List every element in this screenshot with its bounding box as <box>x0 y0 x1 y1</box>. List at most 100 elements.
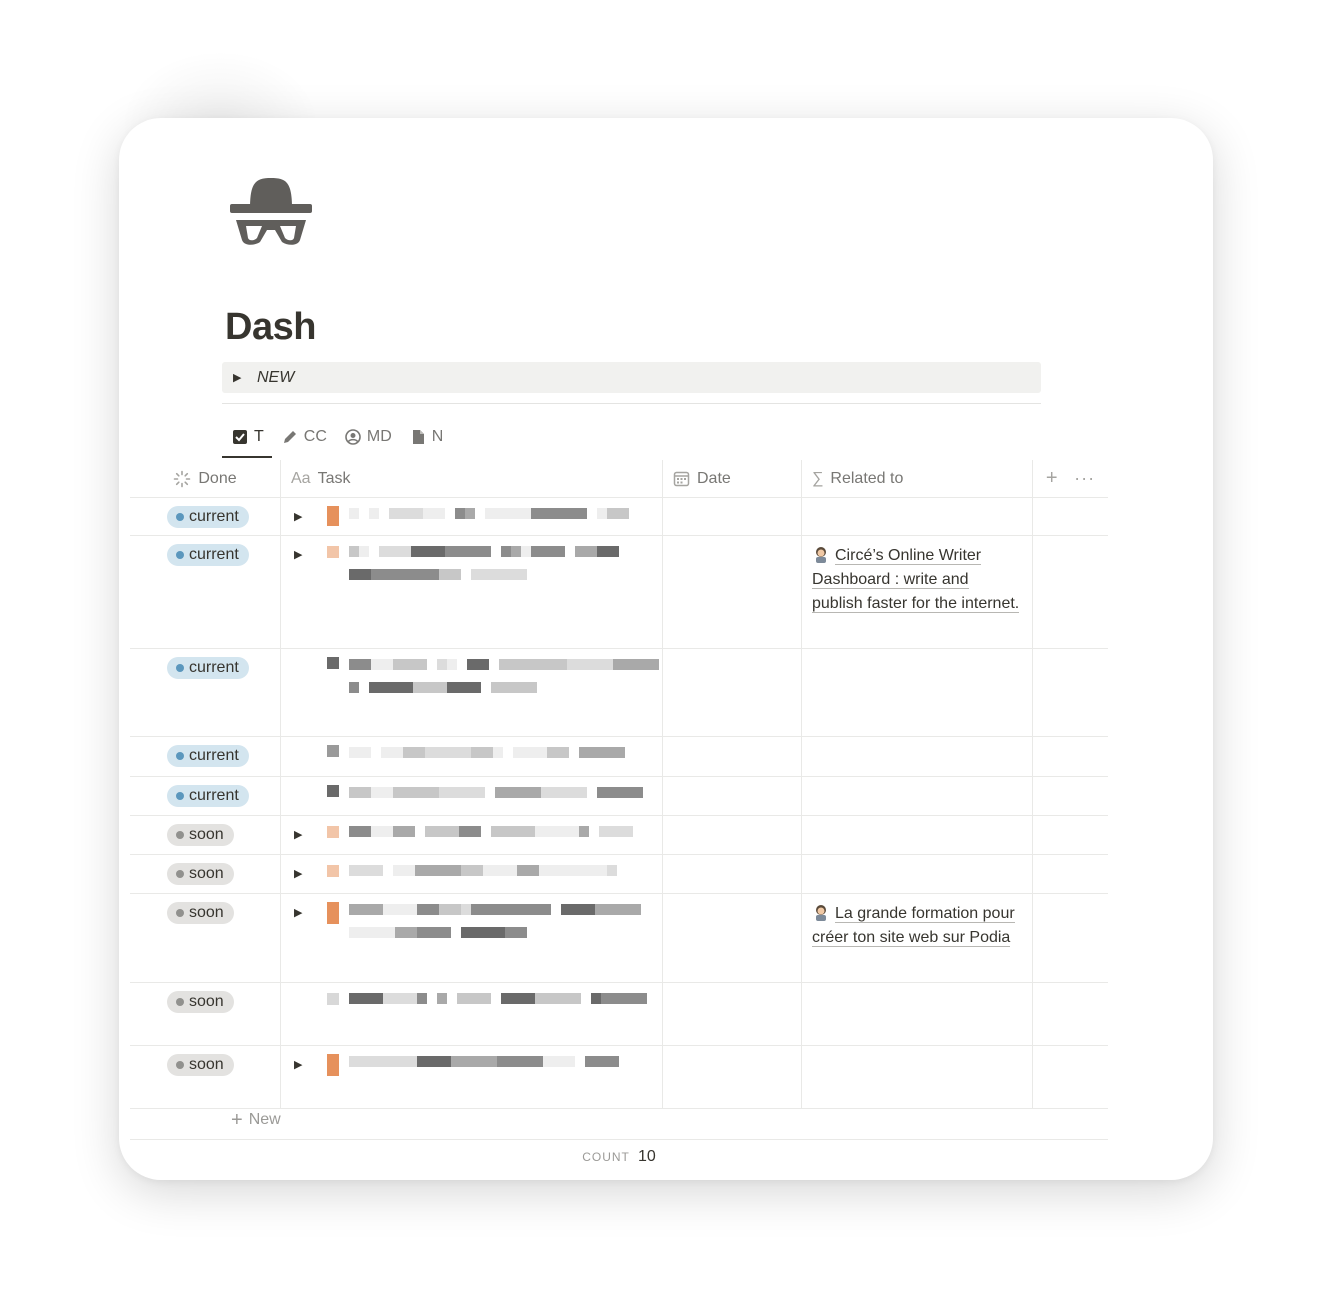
related-cell[interactable] <box>802 737 1033 776</box>
page-emoji-icon <box>816 905 826 921</box>
count-value: 10 <box>638 1148 656 1165</box>
empty-cell <box>1033 777 1108 815</box>
table-row[interactable]: current ▶ Circé’s Online Writer Dashboard … <box>130 536 1108 649</box>
redacted-task-title <box>327 902 646 950</box>
status-badge[interactable]: current <box>167 657 249 679</box>
table-row[interactable]: soon ▶ <box>130 816 1108 855</box>
date-cell[interactable] <box>663 983 802 1045</box>
task-cell[interactable]: ▶ <box>281 894 663 982</box>
done-cell[interactable]: soon <box>130 816 281 854</box>
status-badge[interactable]: current <box>167 506 249 528</box>
view-tabs: T CC MD N <box>222 418 451 460</box>
task-cell[interactable]: ▶ <box>281 855 663 893</box>
column-related-to[interactable]: ∑ Related to <box>802 460 1033 497</box>
empty-cell <box>1033 894 1108 982</box>
expand-triangle-icon[interactable]: ▶ <box>294 867 302 880</box>
done-cell[interactable]: soon <box>130 983 281 1045</box>
empty-cell <box>1033 737 1108 776</box>
table-row[interactable]: soon ▶ <box>130 1046 1108 1109</box>
tab-label: T <box>254 428 264 445</box>
expand-triangle-icon[interactable]: ▶ <box>294 548 302 561</box>
column-done[interactable]: Done <box>130 460 281 497</box>
done-cell[interactable]: current <box>130 777 281 815</box>
task-cell[interactable]: ▶ <box>281 1046 663 1108</box>
plus-icon[interactable]: + <box>1046 467 1058 490</box>
task-cell[interactable] <box>281 777 663 815</box>
expand-triangle-icon[interactable]: ▶ <box>294 1058 302 1071</box>
status-badge[interactable]: soon <box>167 902 234 924</box>
status-badge[interactable]: soon <box>167 863 234 885</box>
done-cell[interactable]: current <box>130 649 281 736</box>
status-badge[interactable]: soon <box>167 1054 234 1076</box>
related-cell[interactable] <box>802 649 1033 736</box>
table-row[interactable]: current ▶ <box>130 498 1108 536</box>
table-row[interactable]: soon <box>130 983 1108 1046</box>
done-cell[interactable]: soon <box>130 894 281 982</box>
date-cell[interactable] <box>663 777 802 815</box>
new-toggle[interactable]: ▶ NEW <box>222 362 1041 393</box>
add-new-row[interactable]: + New <box>130 1101 1108 1140</box>
task-cell[interactable]: ▶ <box>281 536 663 648</box>
related-cell[interactable]: Circé’s Online Writer Dashboard : write … <box>802 536 1033 648</box>
done-cell[interactable]: current <box>130 536 281 648</box>
related-cell[interactable] <box>802 777 1033 815</box>
table-row[interactable]: soon ▶ La grande formation pour créer ton … <box>130 894 1108 983</box>
date-cell[interactable] <box>663 649 802 736</box>
status-badge[interactable]: soon <box>167 991 234 1013</box>
toggle-triangle-icon[interactable]: ▶ <box>233 371 245 384</box>
done-cell[interactable]: current <box>130 498 281 535</box>
related-cell[interactable]: La grande formation pour créer ton site … <box>802 894 1033 982</box>
done-cell[interactable]: soon <box>130 1046 281 1108</box>
table-row[interactable]: current <box>130 649 1108 737</box>
task-cell[interactable]: ▶ <box>281 498 663 535</box>
ellipsis-icon[interactable]: ··· <box>1074 468 1095 489</box>
status-badge[interactable]: current <box>167 745 249 767</box>
task-cell[interactable] <box>281 737 663 776</box>
status-badge[interactable]: current <box>167 544 249 566</box>
related-cell[interactable] <box>802 855 1033 893</box>
status-badge[interactable]: current <box>167 785 249 807</box>
done-cell[interactable]: soon <box>130 855 281 893</box>
column-label: Done <box>198 469 237 487</box>
empty-cell <box>1033 855 1108 893</box>
detective-icon <box>230 178 312 245</box>
task-cell[interactable] <box>281 649 663 736</box>
tab-label: N <box>431 428 444 445</box>
date-cell[interactable] <box>663 737 802 776</box>
tab-md[interactable]: MD <box>335 418 400 456</box>
redacted-task-title <box>327 657 659 705</box>
status-badge[interactable]: soon <box>167 824 234 846</box>
tab-cc[interactable]: CC <box>272 418 335 456</box>
done-cell[interactable]: current <box>130 737 281 776</box>
tab-t[interactable]: T <box>222 418 272 458</box>
column-task[interactable]: Aa Task <box>281 460 663 497</box>
related-page-title: Circé’s Online Writer Dashboard : write … <box>812 547 1020 613</box>
date-cell[interactable] <box>663 816 802 854</box>
expand-triangle-icon[interactable]: ▶ <box>294 906 302 919</box>
table-row[interactable]: current <box>130 737 1108 777</box>
table-row[interactable]: current <box>130 777 1108 816</box>
date-cell[interactable] <box>663 855 802 893</box>
related-cell[interactable] <box>802 498 1033 535</box>
date-cell[interactable] <box>663 1046 802 1108</box>
related-cell[interactable] <box>802 816 1033 854</box>
tab-label: CC <box>303 428 327 445</box>
table-row[interactable]: soon ▶ <box>130 855 1108 894</box>
task-cell[interactable]: ▶ <box>281 816 663 854</box>
task-cell[interactable] <box>281 983 663 1045</box>
related-page-link[interactable]: Circé’s Online Writer Dashboard : write … <box>812 544 1022 616</box>
date-cell[interactable] <box>663 536 802 648</box>
related-cell[interactable] <box>802 983 1033 1045</box>
expand-triangle-icon[interactable]: ▶ <box>294 510 302 523</box>
redacted-task-title <box>327 1054 646 1102</box>
sigma-icon: ∑ <box>812 469 824 487</box>
document-icon <box>412 430 424 444</box>
date-cell[interactable] <box>663 894 802 982</box>
related-cell[interactable] <box>802 1046 1033 1108</box>
related-page-link[interactable]: La grande formation pour créer ton site … <box>812 902 1022 950</box>
new-label: New <box>248 1111 281 1128</box>
date-cell[interactable] <box>663 498 802 535</box>
tab-n[interactable]: N <box>400 418 452 456</box>
column-date[interactable]: Date <box>663 460 802 497</box>
expand-triangle-icon[interactable]: ▶ <box>294 828 302 841</box>
